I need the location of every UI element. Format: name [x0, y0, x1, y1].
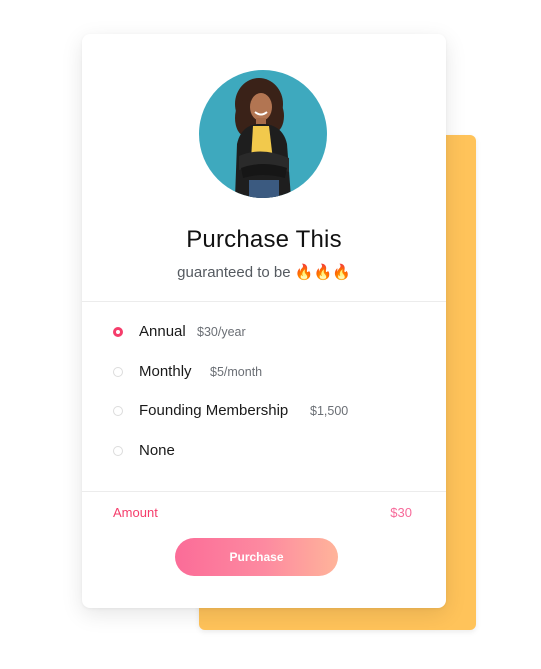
plan-price: $30/year: [197, 325, 246, 339]
plan-price: $5/month: [210, 365, 263, 379]
plan-option-monthly[interactable]: Monthly $5/month: [82, 358, 446, 388]
amount-label: Amount: [113, 505, 158, 520]
plan-label: Founding Membership: [139, 402, 289, 419]
avatar: [199, 70, 327, 198]
divider: [82, 491, 446, 492]
page: Purchase This guaranteed to be 🔥🔥🔥 Annua…: [0, 0, 541, 669]
plan-option-founding-membership[interactable]: Founding Membership $1,500: [82, 397, 446, 427]
plan-label: Annual: [139, 323, 186, 340]
page-subtitle: guaranteed to be 🔥🔥🔥: [177, 264, 351, 281]
radio-selected-icon[interactable]: [113, 327, 123, 337]
plan-label: None: [139, 442, 175, 459]
woman-portrait-icon: [199, 70, 327, 198]
plan-label: Monthly: [139, 363, 192, 380]
purchase-card: Purchase This guaranteed to be 🔥🔥🔥 Annua…: [82, 34, 446, 608]
plan-option-none[interactable]: None: [82, 437, 446, 467]
radio-unselected-icon[interactable]: [113, 446, 123, 456]
radio-unselected-icon[interactable]: [113, 406, 123, 416]
amount-value: $30: [390, 505, 412, 520]
plan-price: $1,500: [310, 404, 349, 418]
divider: [82, 301, 446, 302]
radio-unselected-icon[interactable]: [113, 367, 123, 377]
page-title: Purchase This: [186, 226, 342, 253]
purchase-button[interactable]: Purchase: [175, 538, 338, 576]
plan-option-annual[interactable]: Annual $30/year: [82, 318, 446, 348]
